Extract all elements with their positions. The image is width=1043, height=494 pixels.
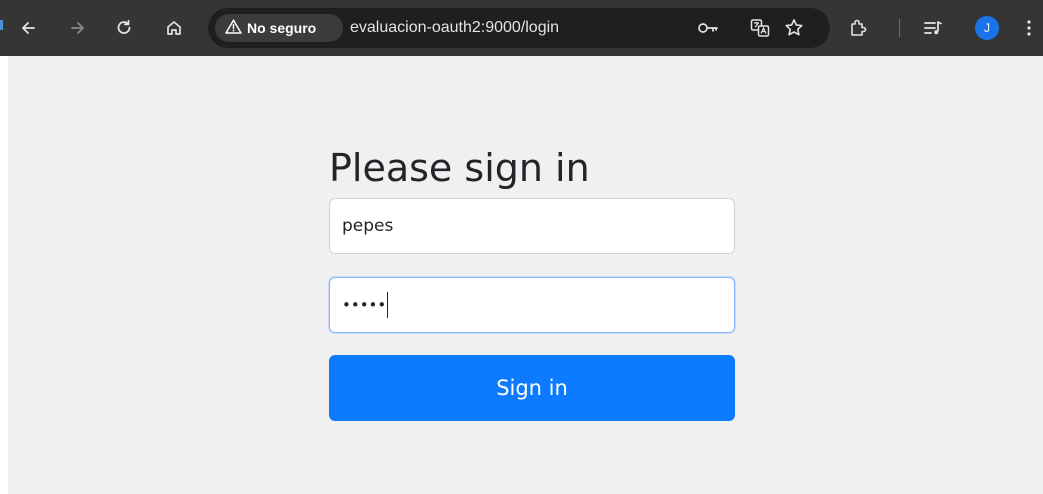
url-text[interactable]: evaluacion-oauth2:9000/login xyxy=(350,19,559,37)
media-icon[interactable] xyxy=(921,16,945,40)
username-field[interactable]: pepes xyxy=(329,198,735,254)
key-icon[interactable] xyxy=(696,16,720,40)
sign-in-button[interactable]: Sign in xyxy=(329,355,735,421)
star-icon[interactable] xyxy=(782,16,806,40)
profile-avatar[interactable]: J xyxy=(975,16,999,40)
security-label: No seguro xyxy=(247,20,317,36)
toolbar-divider xyxy=(899,19,900,37)
tab-edge-indicator xyxy=(0,20,3,30)
home-icon[interactable] xyxy=(162,16,186,40)
address-bar[interactable]: No seguro evaluacion-oauth2:9000/login xyxy=(208,8,830,48)
page-title: Please sign in xyxy=(329,146,590,190)
password-field[interactable]: ••••• xyxy=(329,277,735,333)
password-mask: ••••• xyxy=(342,296,387,314)
menu-icon[interactable] xyxy=(1019,16,1039,40)
extensions-icon[interactable] xyxy=(846,16,870,40)
text-caret xyxy=(387,292,389,318)
back-icon[interactable] xyxy=(16,16,40,40)
forward-icon[interactable] xyxy=(66,16,90,40)
warning-icon xyxy=(225,19,242,37)
sign-in-label: Sign in xyxy=(496,376,568,400)
security-chip[interactable]: No seguro xyxy=(215,14,343,42)
translate-icon[interactable] xyxy=(748,16,772,40)
username-value: pepes xyxy=(342,216,394,236)
browser-toolbar: No seguro evaluacion-oauth2:9000/login J xyxy=(0,0,1043,56)
reload-icon[interactable] xyxy=(112,16,136,40)
login-page: Please sign in pepes ••••• Sign in xyxy=(8,56,1043,494)
